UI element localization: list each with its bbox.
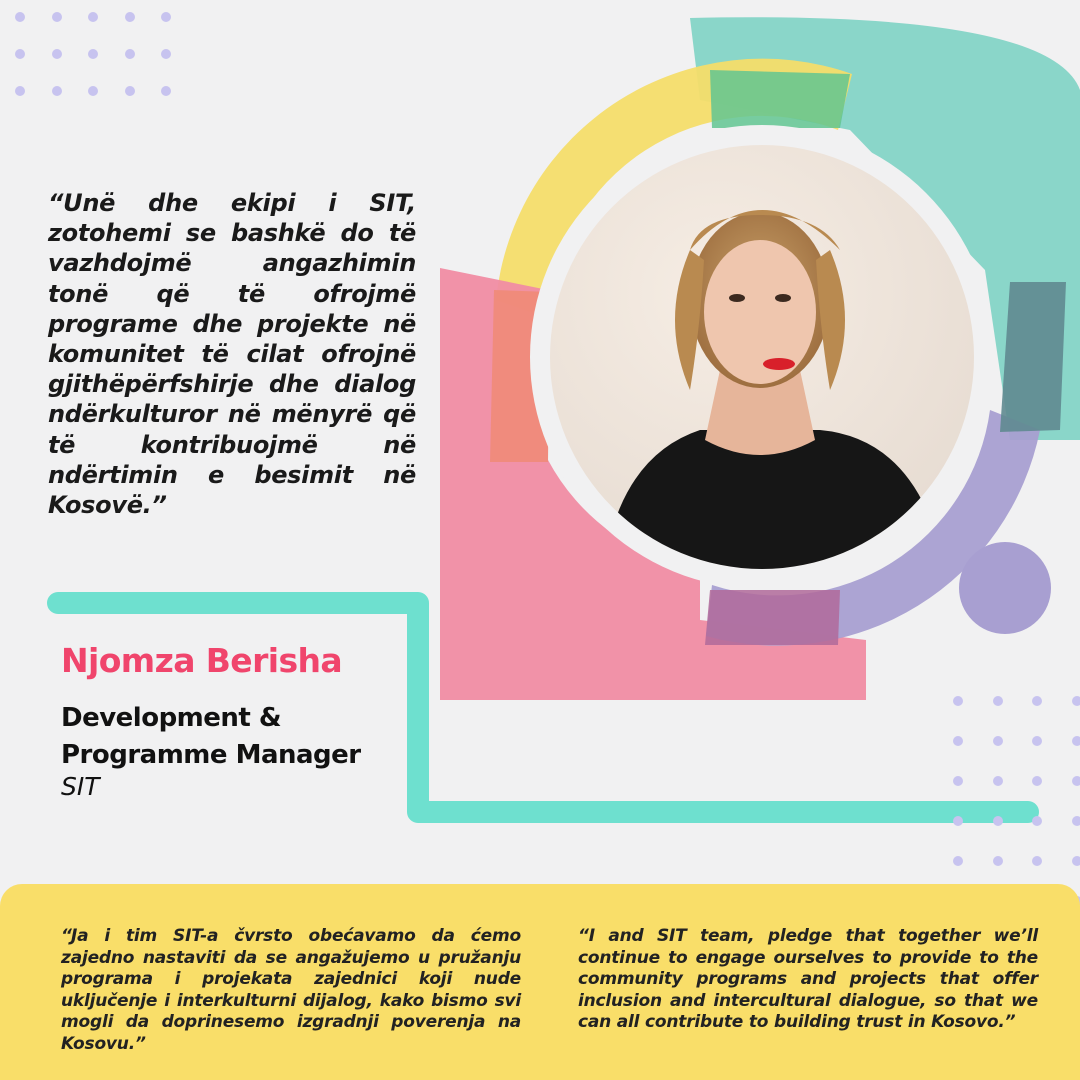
overlap-magenta bbox=[705, 590, 840, 645]
dot bbox=[1032, 736, 1042, 746]
dot bbox=[88, 49, 98, 59]
dot bbox=[953, 736, 963, 746]
dot bbox=[88, 12, 98, 22]
quote-albanian: “Unë dhe ekipi i SIT, zotohemi se bashkë… bbox=[48, 189, 416, 520]
quote-serbian: “Ja i tim SIT-a čvrsto obećavamo da ćemo… bbox=[61, 926, 521, 1054]
dot bbox=[161, 86, 171, 96]
overlap-green bbox=[710, 70, 850, 128]
dots-bottom-right bbox=[953, 696, 1080, 906]
dot bbox=[953, 696, 963, 706]
dot bbox=[992, 856, 1003, 866]
dot bbox=[1071, 776, 1080, 786]
dot bbox=[1032, 856, 1042, 866]
person-organization: SIT bbox=[61, 772, 100, 801]
dot bbox=[124, 86, 135, 96]
dot bbox=[51, 49, 62, 59]
purple-dot-shape bbox=[959, 542, 1051, 634]
dot bbox=[51, 86, 62, 96]
dot bbox=[1032, 696, 1042, 706]
dot bbox=[953, 856, 963, 866]
dot bbox=[1032, 776, 1042, 786]
dot bbox=[992, 816, 1003, 826]
person-name: Njomza Berisha bbox=[61, 641, 343, 680]
dot bbox=[1071, 816, 1080, 826]
person-title: Development & Programme Manager bbox=[61, 700, 361, 774]
person-title-line2: Programme Manager bbox=[61, 740, 361, 770]
person-title-line1: Development & bbox=[61, 703, 282, 733]
dot bbox=[953, 816, 963, 826]
dot bbox=[161, 49, 171, 59]
dot bbox=[51, 12, 62, 22]
dot bbox=[992, 736, 1003, 746]
quote-english: “I and SIT team, pledge that together we… bbox=[578, 926, 1038, 1032]
dot bbox=[15, 86, 25, 96]
dot bbox=[953, 776, 963, 786]
dot bbox=[15, 12, 25, 22]
dot bbox=[15, 49, 25, 59]
dot bbox=[161, 12, 171, 22]
dot bbox=[1071, 696, 1080, 706]
dot bbox=[1071, 736, 1080, 746]
dot bbox=[992, 776, 1003, 786]
dot bbox=[124, 12, 135, 22]
dot bbox=[1032, 816, 1042, 826]
dot bbox=[124, 49, 135, 59]
dot bbox=[992, 696, 1003, 706]
overlap-dark-teal bbox=[1000, 282, 1066, 432]
dot bbox=[1071, 856, 1080, 866]
dots-top-left bbox=[15, 12, 171, 96]
dot bbox=[88, 86, 98, 96]
